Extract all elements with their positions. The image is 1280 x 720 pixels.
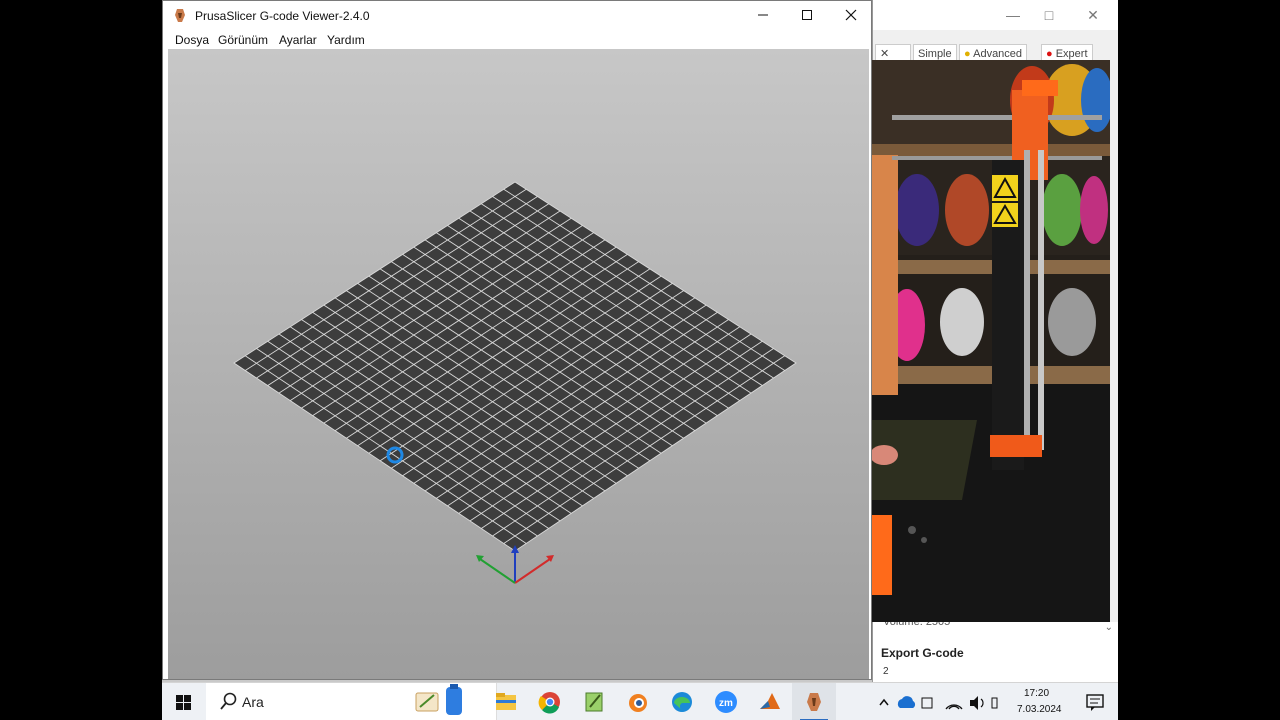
gcode-viewer-window[interactable]: PrusaSlicer G-code Viewer-2.4.0 Dosya Gö… [162,0,872,680]
window-titlebar: PrusaSlicer G-code Viewer-2.4.0 [163,1,871,31]
tab-simple-label: Simple [918,48,952,60]
y-axis [479,558,516,584]
tab-expert-label: Expert [1055,48,1088,60]
background-window-titlebar: — □ ✕ [873,0,1118,30]
matlab-button[interactable] [748,683,792,720]
onedrive-icon [897,696,916,708]
search-highlight-icon [415,684,462,715]
maximize-icon [802,10,812,20]
windows-logo-icon [176,695,191,710]
chrome-button[interactable] [528,683,572,720]
svg-text:zm: zm [719,698,733,709]
menu-help[interactable]: Yardım [327,33,365,47]
zoom-button[interactable]: zm [704,683,748,720]
blender-icon [629,694,647,712]
chevron-down-icon[interactable]: ⌄ [1105,622,1113,633]
menu-file[interactable]: Dosya [175,33,209,47]
edge-icon [672,692,692,712]
notepad-plus-icon [585,692,603,712]
notepad-plus-button[interactable] [572,683,616,720]
wifi-icon [945,704,963,710]
maximize-button[interactable] [785,1,829,31]
spin-value[interactable]: 2 [883,666,889,677]
expert-dot-icon: ● [1046,48,1053,60]
notification-icon[interactable] [1080,683,1110,720]
prusaslicer-icon [807,693,821,711]
folder-icon [496,693,516,710]
menu-bar: Dosya Görünüm Ayarlar Yardım [163,31,871,49]
printer-camera-image [872,60,1110,622]
clock-date[interactable]: 7.03.2024 [1017,704,1062,715]
desktop-screen: — □ ✕ ✕ Simple ● Advanced ● Expert Volum… [162,0,1118,720]
menu-settings[interactable]: Ayarlar [279,33,317,47]
volume-icon [970,696,978,710]
minimize-icon[interactable]: — [1003,6,1023,24]
x-axis [514,558,551,584]
edge-button[interactable] [660,683,704,720]
prusaslicer-taskbar-button[interactable] [792,683,836,720]
export-gcode-button[interactable]: Export G-code [881,646,964,660]
clock-time[interactable]: 17:20 [1024,688,1049,699]
print-bed [234,182,796,551]
print-bed-scene[interactable] [168,49,869,679]
search-box[interactable]: Ara [206,683,497,720]
file-explorer-button[interactable] [484,683,528,720]
3d-viewport[interactable] [168,49,869,679]
advanced-dot-icon: ● [964,48,971,60]
axes-gizmo [476,545,554,584]
camera-feed [872,60,1110,622]
maximize-icon[interactable]: □ [1039,6,1059,24]
minimize-button[interactable] [741,1,785,31]
close-icon[interactable]: ✕ [1083,6,1103,24]
chrome-icon [538,692,560,714]
zoom-icon: zm [715,691,737,713]
minimize-icon [758,14,768,16]
close-icon [845,9,857,21]
taskbar: Ara zm 17:20 7.03.2024 [162,682,1118,720]
start-button[interactable] [162,683,206,720]
matlab-icon [760,693,780,709]
close-button[interactable] [829,1,873,31]
pen-icon [991,697,998,709]
window-title: PrusaSlicer G-code Viewer-2.4.0 [195,9,370,23]
tab-advanced-label: Advanced [973,48,1023,60]
chevron-up-icon [879,698,889,706]
search-placeholder: Ara [242,694,264,710]
blender-button[interactable] [616,683,660,720]
language-icon [921,697,933,709]
background-bottom-panel: Volume: 2505 ⌄ Export G-code 2 [873,616,1118,682]
menu-view[interactable]: Görünüm [218,33,268,47]
prusaslicer-logo-icon [175,9,185,22]
search-icon [220,692,237,710]
